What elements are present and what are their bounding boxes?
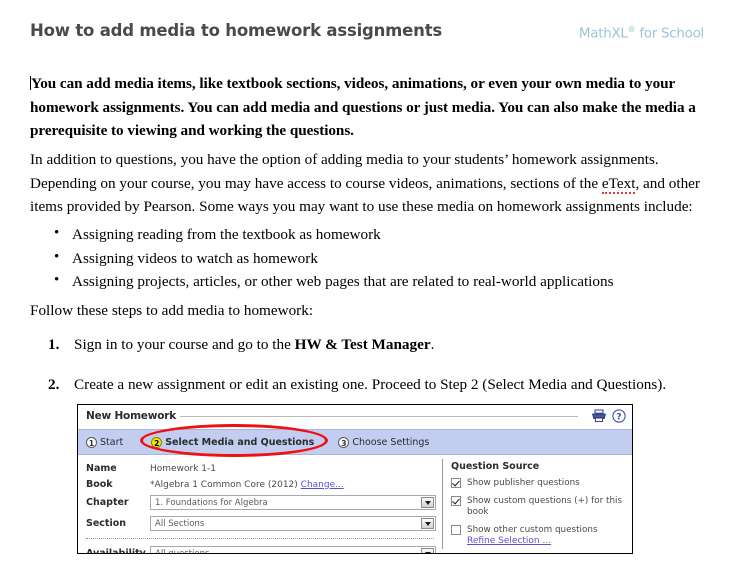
checkbox-publisher-questions[interactable] bbox=[451, 478, 461, 488]
numbered-steps-list: 1. Sign in to your course and go to the H… bbox=[30, 333, 736, 412]
brand-suffix: for School bbox=[635, 25, 704, 42]
other-custom-questions-text: Show other custom questions bbox=[467, 525, 598, 535]
checkbox-label-publisher-questions: Show publisher questions bbox=[467, 478, 580, 488]
assignment-details-panel: Name Homework 1-1 Book *Algebra 1 Common… bbox=[78, 455, 442, 553]
section-dropdown[interactable]: All Sections bbox=[150, 516, 436, 531]
printer-icon[interactable] bbox=[591, 409, 607, 423]
step-item-1: 1. Sign in to your course and go to the H… bbox=[48, 333, 736, 357]
create-own-questions-prefix: (+) bbox=[451, 553, 468, 554]
list-item: Assigning projects, articles, or other w… bbox=[54, 269, 732, 294]
step-label-select-media-and-questions: Select Media and Questions bbox=[165, 436, 315, 448]
step-text-before: Sign in to your course and go to the bbox=[74, 336, 295, 353]
refine-selection-link[interactable]: Refine Selection ... bbox=[467, 536, 551, 546]
book-label: Book bbox=[86, 479, 113, 490]
chapter-label: Chapter bbox=[86, 497, 129, 508]
brand-mathxl-for-school: MathXL® for School bbox=[579, 25, 704, 42]
wizard-step-start[interactable]: 1 Start bbox=[86, 436, 124, 448]
book-value: *Algebra 1 Common Core (2012) Change... bbox=[150, 480, 344, 490]
form-dotted-separator bbox=[86, 538, 434, 539]
chapter-selected-value: 1. Foundations for Algebra bbox=[155, 497, 268, 508]
field-row-chapter: Chapter 1. Foundations for Algebra bbox=[86, 493, 436, 512]
question-source-title: Question Source bbox=[451, 461, 540, 472]
step-label-choose-settings: Choose Settings bbox=[352, 436, 430, 448]
list-item: Assigning videos to watch as homework bbox=[54, 246, 732, 271]
paragraph-2: In addition to questions, you have the o… bbox=[30, 148, 712, 219]
section-selected-value: All Sections bbox=[155, 518, 205, 529]
chevron-down-icon[interactable] bbox=[421, 518, 434, 529]
name-label: Name bbox=[86, 463, 117, 474]
checkbox-custom-questions-this-book[interactable] bbox=[451, 496, 461, 506]
name-value: Homework 1-1 bbox=[150, 463, 216, 474]
question-source-panel: Question Source Show publisher questions… bbox=[443, 455, 632, 553]
availability-label: Availability bbox=[86, 548, 146, 554]
chevron-down-icon[interactable] bbox=[421, 497, 434, 508]
checkbox-label-other-custom-questions: Show other custom questions Refine Selec… bbox=[467, 525, 628, 547]
step-badge-1: 1 bbox=[86, 436, 97, 448]
intro-paragraph-text: You can add media items, like textbook s… bbox=[30, 75, 696, 139]
change-book-link[interactable]: Change... bbox=[301, 480, 344, 490]
wizard-step-choose-settings[interactable]: 3 Choose Settings bbox=[338, 436, 430, 448]
checkbox-row-publisher-questions[interactable]: Show publisher questions bbox=[451, 478, 628, 489]
field-row-name: Name Homework 1-1 bbox=[86, 461, 436, 476]
chevron-down-icon[interactable] bbox=[421, 548, 434, 553]
step-bold-text: HW & Test Manager bbox=[294, 336, 431, 353]
svg-text:?: ? bbox=[616, 412, 621, 422]
step-label-start: Start bbox=[100, 436, 124, 448]
book-title-text: *Algebra 1 Common Core (2012) bbox=[150, 479, 298, 490]
titlebar-icons: ? bbox=[591, 409, 626, 423]
screenshot-titlebar: New Homework ? bbox=[78, 405, 632, 429]
wizard-stepper: 1 Start 2 Select Media and Questions 3 C… bbox=[78, 424, 632, 457]
help-icon[interactable]: ? bbox=[612, 409, 626, 423]
step-text-before: Create a new assignment or edit an exist… bbox=[74, 375, 667, 393]
step-badge-3: 3 bbox=[338, 436, 350, 448]
new-homework-screenshot: New Homework ? 1 Start 2 Select Media an… bbox=[77, 404, 633, 554]
create-my-own-questions-link[interactable]: Create my own questions bbox=[468, 553, 583, 554]
list-item: Assigning reading from the textbook as h… bbox=[54, 222, 732, 247]
misspelled-word-etext: eText bbox=[601, 174, 636, 194]
availability-dropdown[interactable]: All questions bbox=[150, 546, 436, 554]
intro-paragraph: You can add media items, like textbook s… bbox=[30, 72, 706, 143]
step-item-2: 2. Create a new assignment or edit an exi… bbox=[48, 373, 736, 397]
step-badge-2: 2 bbox=[151, 436, 163, 448]
checkbox-other-custom-questions[interactable] bbox=[451, 525, 461, 535]
checkbox-row-custom-questions-this-book[interactable]: Show custom questions (+) for this book bbox=[451, 496, 628, 518]
create-own-questions-row: (+) Create my own questions bbox=[451, 553, 628, 554]
step-number: 2. bbox=[48, 375, 60, 393]
field-row-section: Section All Sections bbox=[86, 514, 436, 533]
checkbox-label-custom-questions-this-book: Show custom questions (+) for this book bbox=[467, 496, 623, 517]
page-header: How to add media to homework assignments… bbox=[0, 0, 736, 56]
checkbox-row-other-custom-questions[interactable]: Show other custom questions Refine Selec… bbox=[451, 525, 628, 547]
step-number: 1. bbox=[48, 336, 60, 353]
usage-bullet-list: Assigning reading from the textbook as h… bbox=[30, 222, 732, 294]
screenshot-body: Name Homework 1-1 Book *Algebra 1 Common… bbox=[78, 455, 632, 553]
brand-name: MathXL bbox=[578, 25, 628, 42]
wizard-step-select-media-and-questions[interactable]: 2 Select Media and Questions bbox=[151, 436, 315, 448]
field-row-availability: Availability All questions bbox=[86, 544, 436, 554]
titlebar-divider-rule bbox=[180, 416, 578, 417]
section-label: Section bbox=[86, 518, 127, 529]
field-row-book: Book *Algebra 1 Common Core (2012) Chang… bbox=[86, 477, 436, 492]
paragraph-2-part1: In addition to questions, you have the o… bbox=[30, 151, 659, 192]
step-text-after: . bbox=[430, 336, 435, 353]
window-title: New Homework bbox=[86, 410, 177, 422]
chapter-dropdown[interactable]: 1. Foundations for Algebra bbox=[150, 495, 436, 510]
availability-selected-value: All questions bbox=[155, 548, 210, 554]
page-title: How to add media to homework assignments bbox=[30, 21, 443, 40]
steps-lead-in: Follow these steps to add media to homew… bbox=[30, 302, 314, 319]
